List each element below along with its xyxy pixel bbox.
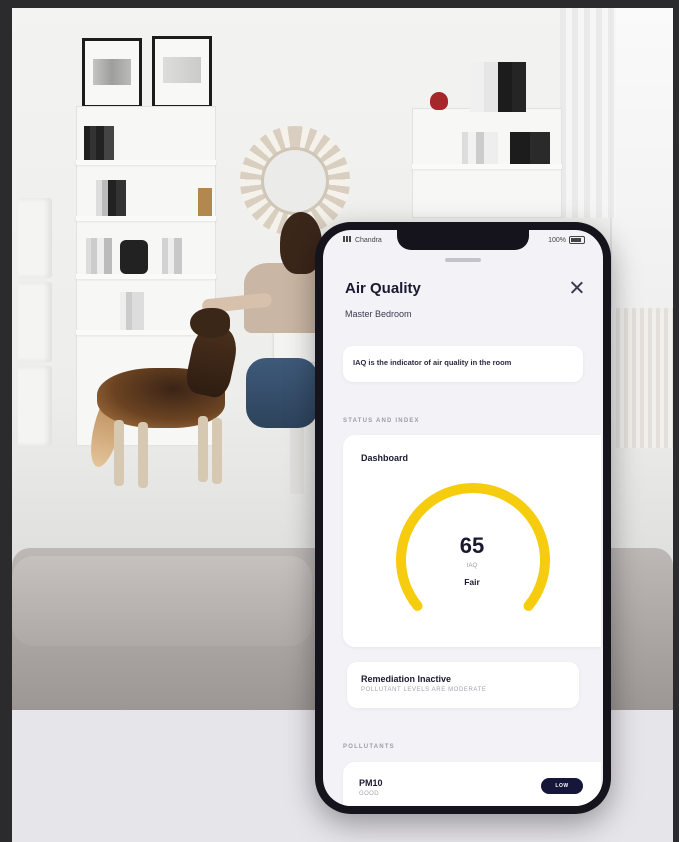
pollutant-name: PM10 xyxy=(359,778,383,788)
iaq-gauge xyxy=(396,483,550,611)
remediation-card[interactable]: Remediation Inactive POLLUTANT LEVELS AR… xyxy=(347,662,579,708)
section-status-label: STATUS AND INDEX xyxy=(343,418,420,424)
air-purifier xyxy=(18,198,52,278)
iaq-value: 65 xyxy=(459,533,485,558)
status-battery: 100% xyxy=(548,236,585,244)
iaq-info-text: IAQ is the indicator of air quality in t… xyxy=(353,358,512,367)
pollutant-row-pm10[interactable]: PM10 GOOD LOW xyxy=(343,762,601,806)
dashboard-card: Dashboard 65 IAQ Fair xyxy=(343,435,601,647)
phone-mockup: Chandra 100% Air Quality Master Bedroom … xyxy=(315,222,611,814)
page-title: Air Quality xyxy=(345,280,421,297)
pollutant-sublabel: GOOD xyxy=(359,791,379,797)
sheet-grabber-handle[interactable] xyxy=(445,258,481,262)
close-icon[interactable] xyxy=(565,276,589,300)
app-showcase-frame: Chandra 100% Air Quality Master Bedroom … xyxy=(12,8,673,842)
iaq-info-card: IAQ is the indicator of air quality in t… xyxy=(343,346,583,382)
iaq-rating: Fair xyxy=(464,577,480,587)
remediation-subtitle: POLLUTANT LEVELS ARE MODERATE xyxy=(361,687,487,693)
window xyxy=(610,8,673,308)
wall-picture xyxy=(152,36,212,108)
battery-icon xyxy=(569,236,585,244)
pollutant-level-badge: LOW xyxy=(541,778,583,794)
section-pollutants-label: POLLUTANTS xyxy=(343,744,395,750)
speaker xyxy=(120,240,148,274)
person xyxy=(246,358,318,428)
signal-icon xyxy=(343,236,353,242)
wall-picture xyxy=(82,38,142,108)
iaq-unit: IAQ xyxy=(466,563,478,569)
curtain xyxy=(560,8,616,218)
vase xyxy=(430,92,448,110)
dashboard-title: Dashboard xyxy=(361,453,409,463)
phone-notch xyxy=(397,230,529,250)
status-carrier: Chandra xyxy=(343,236,382,244)
air-quality-screen: Chandra 100% Air Quality Master Bedroom … xyxy=(323,230,603,806)
remediation-title: Remediation Inactive xyxy=(361,674,452,684)
room-name: Master Bedroom xyxy=(345,309,412,319)
